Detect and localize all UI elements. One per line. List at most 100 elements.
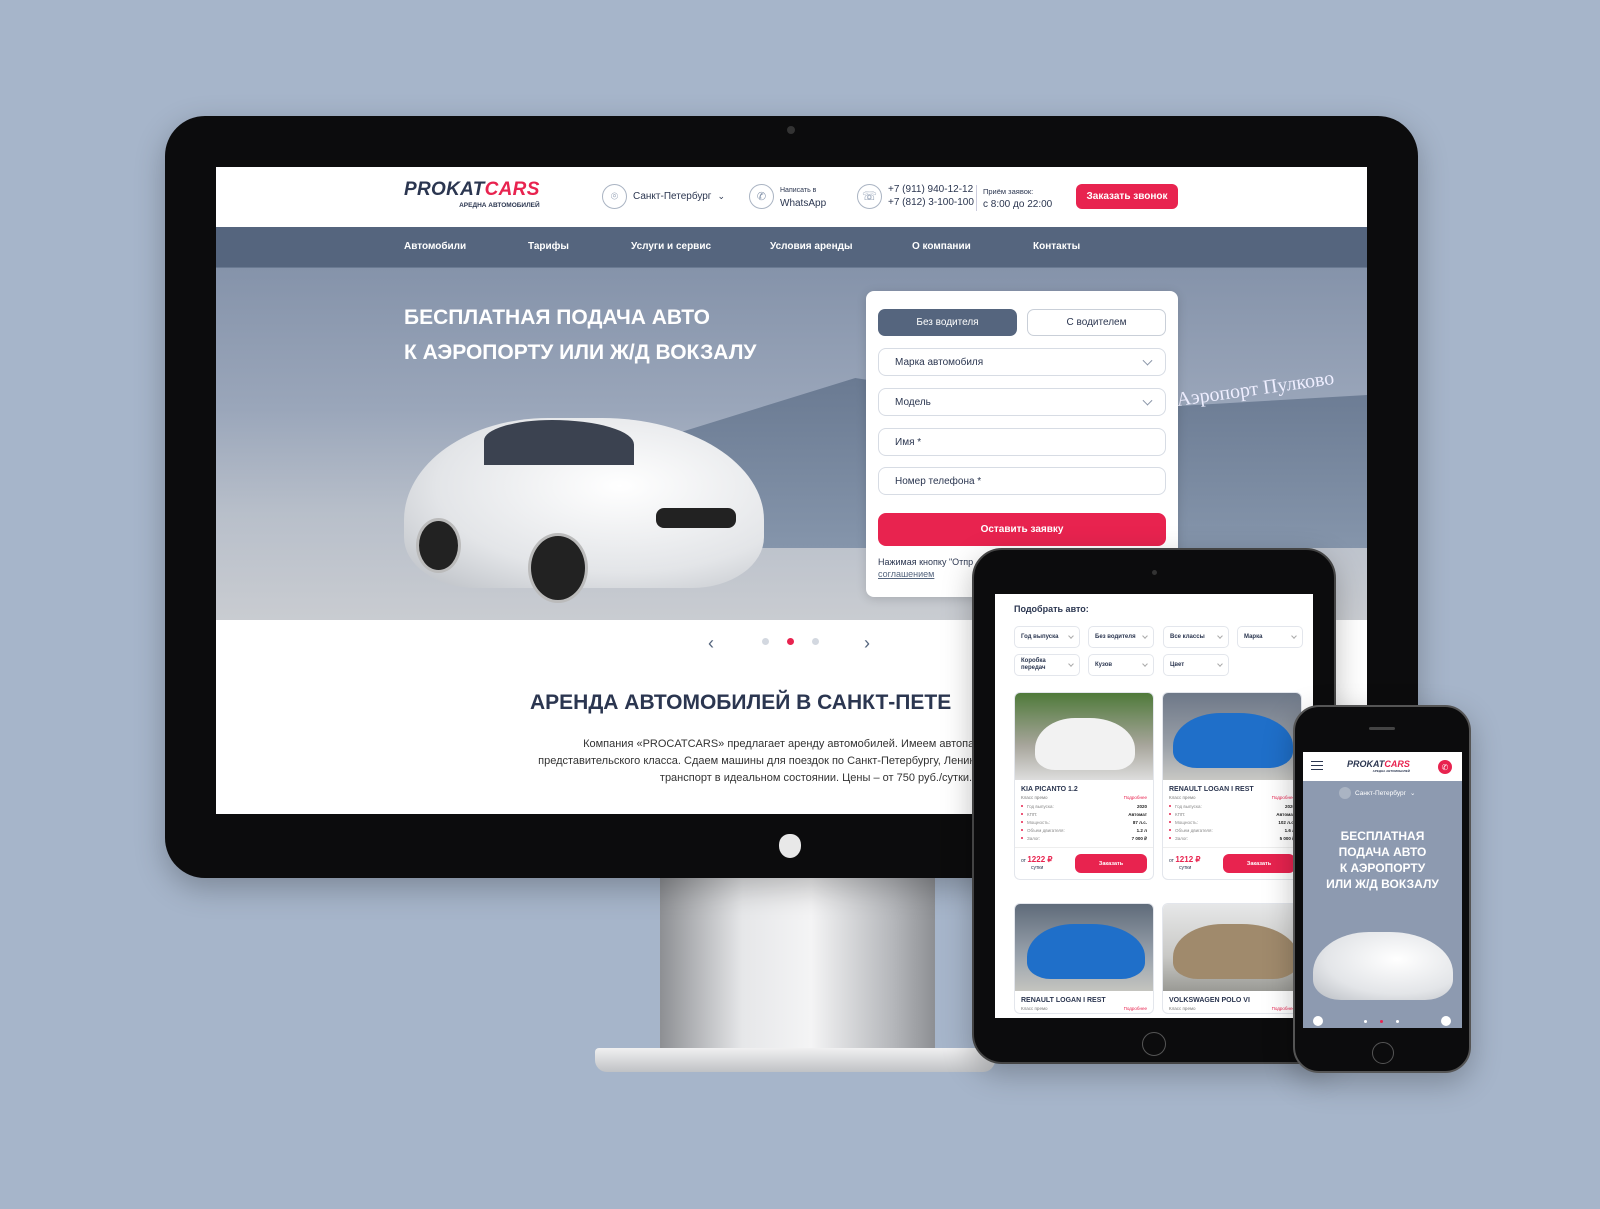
callback-button[interactable]: Заказать звонок <box>1076 184 1178 209</box>
filter-body[interactable]: Кузов <box>1088 654 1154 676</box>
filter-label: Год выпуска <box>1021 633 1059 640</box>
phone-header: PROKATCARS АРЕДНА АВТОМОБИЛЕЙ ✆ <box>1303 752 1462 781</box>
filter-color[interactable]: Цвет <box>1163 654 1229 676</box>
nav-item[interactable]: Условия аренды <box>770 241 853 252</box>
filter-year[interactable]: Год выпуска <box>1014 626 1080 648</box>
slider-dot[interactable] <box>1364 1020 1367 1023</box>
name-input[interactable]: Имя * <box>878 428 1166 456</box>
city-selector[interactable]: ⌾ Санкт-Петербург ⌄ <box>602 184 725 209</box>
chevron-down-icon <box>1291 633 1297 639</box>
spec-row: КПП: Автомат <box>1163 810 1301 818</box>
tablet-screen: Подобрать авто: Год выпуска Без водителя… <box>995 594 1313 1018</box>
spec-row: Год выпуска: 2020 <box>1015 802 1153 810</box>
phone-1[interactable]: +7 (911) 940-12-12 <box>888 183 974 196</box>
location-pin-icon: ⌾ <box>602 184 627 209</box>
car-name: KIA PICANTO 1.2 <box>1021 786 1078 793</box>
car-name: RENAULT LOGAN I REST <box>1169 786 1254 793</box>
webcam <box>787 126 795 134</box>
hours: Приём заявок: с 8:00 до 22:00 <box>976 185 1052 211</box>
menu-icon[interactable] <box>1311 761 1323 770</box>
chevron-down-icon <box>1142 395 1153 406</box>
details-link[interactable]: Подробнее <box>1124 795 1147 800</box>
car-brand-select[interactable]: Марка автомобиля <box>878 348 1166 376</box>
slider-prev-button[interactable]: ‹ <box>708 633 714 654</box>
details-link[interactable]: Подробнее <box>1272 1006 1295 1011</box>
filter-brand[interactable]: Марка <box>1237 626 1303 648</box>
hero-line2: К АЭРОПОРТУ ИЛИ Ж/Д ВОКЗАЛУ <box>404 341 757 364</box>
car-name: RENAULT LOGAN I REST <box>1021 997 1106 1004</box>
filter-driver[interactable]: Без водителя <box>1088 626 1154 648</box>
slider-dot[interactable] <box>762 638 769 645</box>
slider-next-button[interactable]: › <box>864 633 870 654</box>
phone-city-selector[interactable]: Санкт-Петербург ⌄ <box>1339 787 1415 799</box>
details-link[interactable]: Подробнее <box>1272 795 1295 800</box>
whatsapp-icon: ✆ <box>749 184 774 209</box>
phones[interactable]: ☏ +7 (911) 940-12-12 +7 (812) 3-100-100 <box>857 183 974 209</box>
car-card: RENAULT LOGAN I REST Класс премо Подробне… <box>1014 903 1154 1014</box>
slider-dot[interactable] <box>1396 1020 1399 1023</box>
chevron-down-icon <box>1142 661 1148 667</box>
car-card: RENAULT LOGAN I REST Класс премо Подробне… <box>1162 692 1302 880</box>
details-link[interactable]: Подробнее <box>1124 1006 1147 1011</box>
phone-home-button[interactable] <box>1372 1042 1394 1064</box>
order-button[interactable]: Заказать <box>1075 854 1147 873</box>
car-model-select[interactable]: Модель <box>878 388 1166 416</box>
phone-screen: PROKATCARS АРЕДНА АВТОМОБИЛЕЙ ✆ Санкт-Пет… <box>1303 752 1462 1028</box>
car-class: Класс премо <box>1021 1006 1048 1011</box>
nav-item[interactable]: Контакты <box>1033 241 1080 252</box>
phone-input[interactable]: Номер телефона * <box>878 467 1166 495</box>
filter-label: Все классы <box>1170 633 1205 640</box>
chevron-down-icon <box>1142 355 1153 366</box>
spec-row: Залог: 7 000 ₽ <box>1015 834 1153 843</box>
spec-row: Объем двигателя: 1.2 л <box>1015 826 1153 834</box>
logo[interactable]: PROKATCARS АРЕДНА АВТОМОБИЛЕЙ <box>404 179 540 209</box>
car-photo <box>1163 693 1301 780</box>
car-name: VOLKSWAGEN POLO VI <box>1169 997 1250 1004</box>
chevron-down-icon <box>1068 661 1074 667</box>
slider-dot-active[interactable] <box>1380 1020 1383 1023</box>
logo[interactable]: PROKATCARS АРЕДНА АВТОМОБИЛЕЙ <box>1347 759 1410 773</box>
nav-item[interactable]: Автомобили <box>404 241 466 252</box>
nav-item[interactable]: Тарифы <box>528 241 569 252</box>
tablet-home-button[interactable] <box>1142 1032 1166 1056</box>
order-button[interactable]: Заказать <box>1223 854 1295 873</box>
form-note: Нажимая кнопку "Отпр <box>878 557 974 567</box>
monitor-base <box>595 1048 995 1072</box>
phone-2[interactable]: +7 (812) 3-100-100 <box>888 197 974 208</box>
nav-item[interactable]: О компании <box>912 241 971 252</box>
slider-dot[interactable] <box>812 638 819 645</box>
chevron-down-icon <box>1142 633 1148 639</box>
spec-row: Мощность: 102 л.с. <box>1163 818 1301 826</box>
whatsapp-line1: Написать в <box>780 186 817 194</box>
call-button[interactable]: ✆ <box>1438 760 1452 774</box>
hero-line: ИЛИ Ж/Д ВОКЗАЛУ <box>1326 877 1439 891</box>
car-photo <box>1015 904 1153 991</box>
hours-value: с 8:00 до 22:00 <box>983 199 1053 210</box>
tab-with-driver[interactable]: С водителем <box>1027 309 1166 336</box>
phone-placeholder: Номер телефона * <box>895 475 982 487</box>
car-photo <box>1015 693 1153 780</box>
logo-tagline: АРЕДНА АВТОМОБИЛЕЙ <box>459 202 540 209</box>
monitor-stand <box>660 870 935 1055</box>
hours-label: Приём заявок: <box>983 187 1034 196</box>
filter-gearbox[interactable]: Коробка передач <box>1014 654 1080 676</box>
car-wheel <box>416 518 461 573</box>
chevron-down-icon <box>1217 661 1223 667</box>
agreement-link[interactable]: соглашением <box>878 569 934 579</box>
slider-next-button[interactable] <box>1441 1016 1451 1026</box>
filter-label: Цвет <box>1170 661 1185 668</box>
filter-class[interactable]: Все классы <box>1163 626 1229 648</box>
slider-prev-button[interactable] <box>1313 1016 1323 1026</box>
price: от 1222 ₽ сутки <box>1021 854 1053 871</box>
slider-dot-active[interactable] <box>787 638 794 645</box>
car-class: Класс премо <box>1169 1006 1196 1011</box>
whatsapp-link[interactable]: ✆ Написать в WhatsApp <box>749 184 826 209</box>
submit-button[interactable]: Оставить заявку <box>878 513 1166 546</box>
spec-row: КПП: Автомат <box>1015 810 1153 818</box>
filter-label: Без водителя <box>1095 633 1136 640</box>
car-grille <box>656 508 736 528</box>
city-label: Санкт-Петербург <box>633 191 712 202</box>
tab-without-driver[interactable]: Без водителя <box>878 309 1017 336</box>
hero-line: ПОДАЧА АВТО <box>1338 845 1427 859</box>
nav-item[interactable]: Услуги и сервис <box>631 241 711 252</box>
